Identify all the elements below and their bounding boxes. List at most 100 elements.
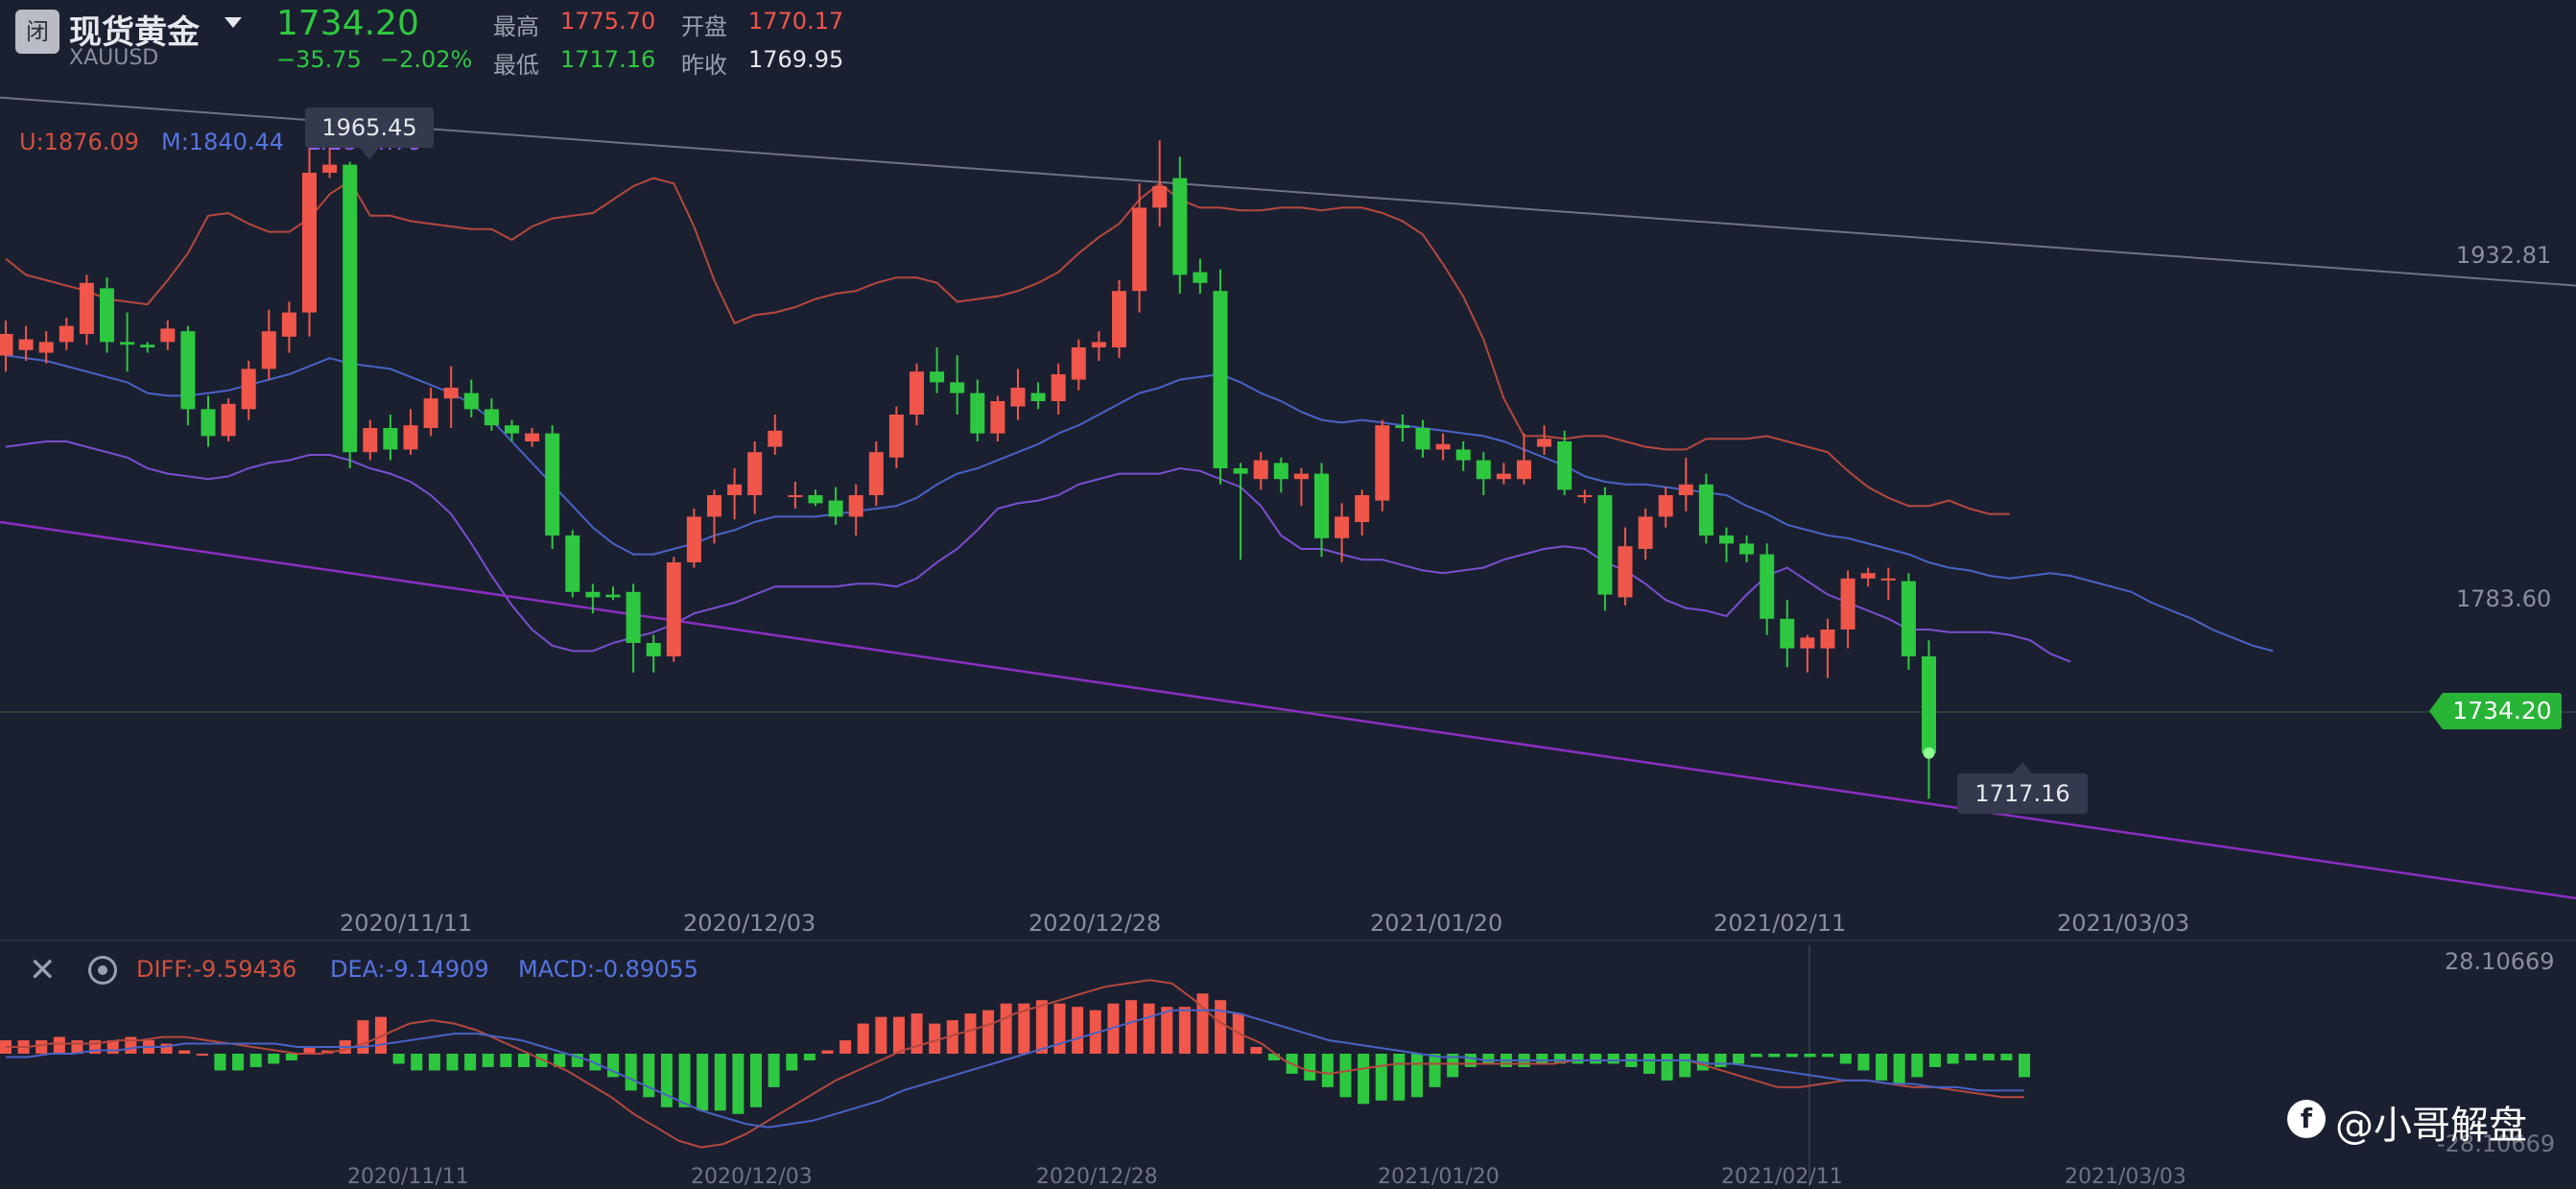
candle-body xyxy=(1719,535,1734,544)
macd-histogram-bar xyxy=(249,1054,262,1067)
macd-histogram-bar xyxy=(839,1040,852,1054)
macd-histogram-bar xyxy=(1679,1054,1691,1078)
chart-canvas[interactable] xyxy=(0,0,2576,1186)
date-axis-label: 2021/02/11 xyxy=(1713,910,1847,937)
candle xyxy=(1780,600,1795,668)
macd-histogram-bar xyxy=(196,1054,208,1056)
candle xyxy=(605,586,621,601)
macd-histogram-bar xyxy=(786,1054,798,1071)
candle xyxy=(788,482,803,509)
candle-body xyxy=(1455,449,1471,461)
instrument-dropdown-icon[interactable] xyxy=(225,17,242,28)
candle xyxy=(18,325,34,361)
candle xyxy=(38,331,54,364)
candle-body xyxy=(180,331,196,410)
date-axis-label: 2021/01/20 xyxy=(1370,910,1503,937)
macd-histogram-bar xyxy=(500,1054,512,1067)
price-change: −35.75 xyxy=(276,46,362,73)
high-value: 1775.70 xyxy=(560,8,656,35)
macd-date-label: 2020/12/03 xyxy=(691,1165,813,1189)
candle-body xyxy=(1537,439,1552,447)
candle xyxy=(646,634,661,673)
macd-histogram-bar xyxy=(1928,1054,1941,1067)
candle-body xyxy=(1517,460,1531,480)
macd-axis-top: 28.10669 xyxy=(2445,948,2555,975)
candle-body xyxy=(970,392,985,434)
macd-histogram-bar xyxy=(1750,1054,1762,1058)
macd-histogram-bar xyxy=(411,1054,423,1071)
date-axis-label: 2020/12/28 xyxy=(1028,910,1162,937)
candle-body xyxy=(646,643,661,656)
candle-body xyxy=(727,484,743,495)
candle xyxy=(120,312,135,372)
macd-histogram-bar xyxy=(1053,1003,1066,1054)
candle xyxy=(1739,535,1755,562)
candle-body xyxy=(1375,425,1390,501)
candle xyxy=(1253,452,1268,490)
close-indicator-icon[interactable]: ✕ xyxy=(29,954,57,987)
candle xyxy=(1618,527,1633,606)
candle xyxy=(403,409,418,455)
candle-body xyxy=(950,382,965,393)
candle xyxy=(808,489,823,507)
macd-histogram-bar xyxy=(1965,1054,1977,1060)
candle-body xyxy=(565,535,580,592)
macd-histogram-bar xyxy=(268,1054,280,1064)
macd-histogram-bar xyxy=(1768,1054,1781,1058)
macd-histogram-bar xyxy=(1536,1054,1548,1064)
candle xyxy=(848,484,863,535)
candle-body xyxy=(1030,392,1046,401)
candle xyxy=(100,277,114,353)
prev-close-value: 1769.95 xyxy=(748,46,844,73)
macd-histogram-bar xyxy=(1375,1054,1387,1101)
candle xyxy=(1880,567,1896,601)
candle-body xyxy=(1355,495,1370,522)
macd-histogram-bar xyxy=(1733,1054,1745,1064)
candle xyxy=(201,395,216,447)
watermark-text: @小哥解盘 xyxy=(2335,1104,2527,1148)
candle-body xyxy=(1780,618,1795,649)
candle xyxy=(1537,425,1552,455)
candle xyxy=(1415,419,1430,458)
macd-date-label: 2020/11/11 xyxy=(347,1165,469,1189)
macd-panel xyxy=(0,979,2030,1149)
macd-histogram-bar xyxy=(1893,1054,1905,1084)
candle xyxy=(1719,527,1734,562)
min-price-callout: 1717.16 xyxy=(1957,773,2088,814)
candle xyxy=(463,379,479,417)
low-value: 1717.16 xyxy=(560,46,656,73)
macd-histogram-bar xyxy=(1215,1000,1227,1054)
candle-body xyxy=(1800,637,1815,649)
candle-body xyxy=(484,409,499,426)
candle-body xyxy=(1091,342,1106,347)
macd-histogram-bar xyxy=(1911,1054,1924,1078)
max-price-callout: 1965.45 xyxy=(305,107,434,148)
min-callout-pointer-icon xyxy=(2013,762,2032,773)
candle-body xyxy=(990,401,1005,434)
candle-body xyxy=(1172,178,1188,275)
candle-body xyxy=(1132,207,1147,292)
macd-histogram-bar xyxy=(678,1054,691,1107)
candle-body xyxy=(1152,186,1168,208)
candle xyxy=(868,441,884,507)
candle xyxy=(79,274,94,345)
candle-body xyxy=(1496,473,1511,480)
candle-body xyxy=(707,495,721,517)
candle-body xyxy=(463,392,479,410)
macd-histogram-bar xyxy=(1429,1054,1441,1087)
macd-histogram-bar xyxy=(1304,1054,1316,1081)
closed-badge: 闭 xyxy=(15,10,59,54)
candle-body xyxy=(1618,546,1633,598)
candle xyxy=(0,321,13,372)
macd-histogram-bar xyxy=(929,1023,941,1054)
macd-histogram-bar xyxy=(464,1054,477,1071)
candle-body xyxy=(1476,460,1491,480)
macd-histogram-bar xyxy=(768,1054,780,1087)
macd-histogram-bar xyxy=(1714,1054,1727,1067)
candle xyxy=(1597,487,1613,611)
candle-body xyxy=(1739,543,1755,555)
current-price: 1734.20 xyxy=(276,4,419,43)
candle xyxy=(525,428,540,447)
candle xyxy=(241,361,256,420)
candle xyxy=(1455,441,1471,471)
